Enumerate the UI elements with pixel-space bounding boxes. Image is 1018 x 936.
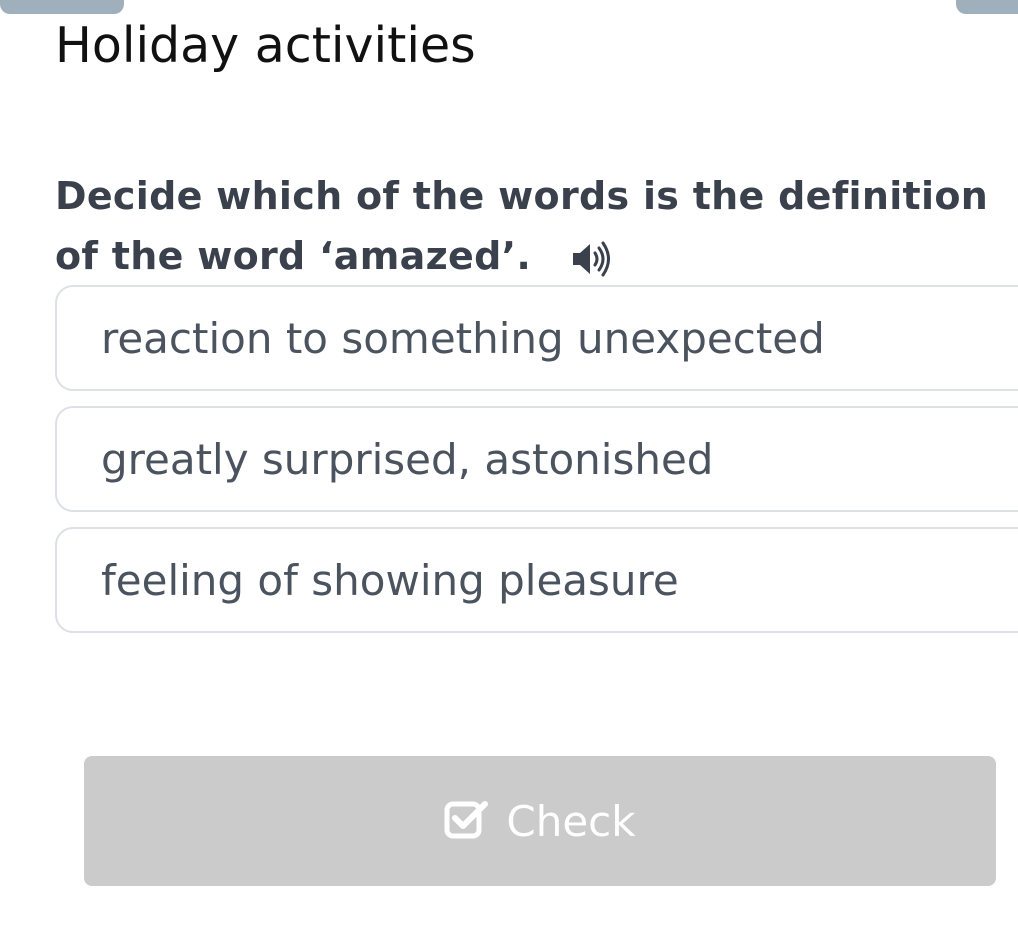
answer-options: reaction to something unexpected greatly… [55,285,1018,648]
checkbox-check-icon [444,798,490,840]
check-button-label: Check [506,796,636,846]
question-prompt: Decide which of the words is the definit… [55,166,995,286]
answer-option-label: greatly surprised, astonished [101,434,714,484]
speaker-icon[interactable] [569,236,613,276]
answer-option-label: feeling of showing pleasure [101,555,679,605]
answer-option-2[interactable]: greatly surprised, astonished [55,406,1018,512]
question-text: Decide which of the words is the definit… [55,174,989,278]
page-title: Holiday activities [55,17,476,74]
answer-option-label: reaction to something unexpected [101,313,825,363]
answer-option-3[interactable]: feeling of showing pleasure [55,527,1018,633]
top-right-tab[interactable] [956,0,1018,14]
answer-option-1[interactable]: reaction to something unexpected [55,285,1018,391]
top-left-tab[interactable] [0,0,124,14]
check-button[interactable]: Check [84,756,996,886]
